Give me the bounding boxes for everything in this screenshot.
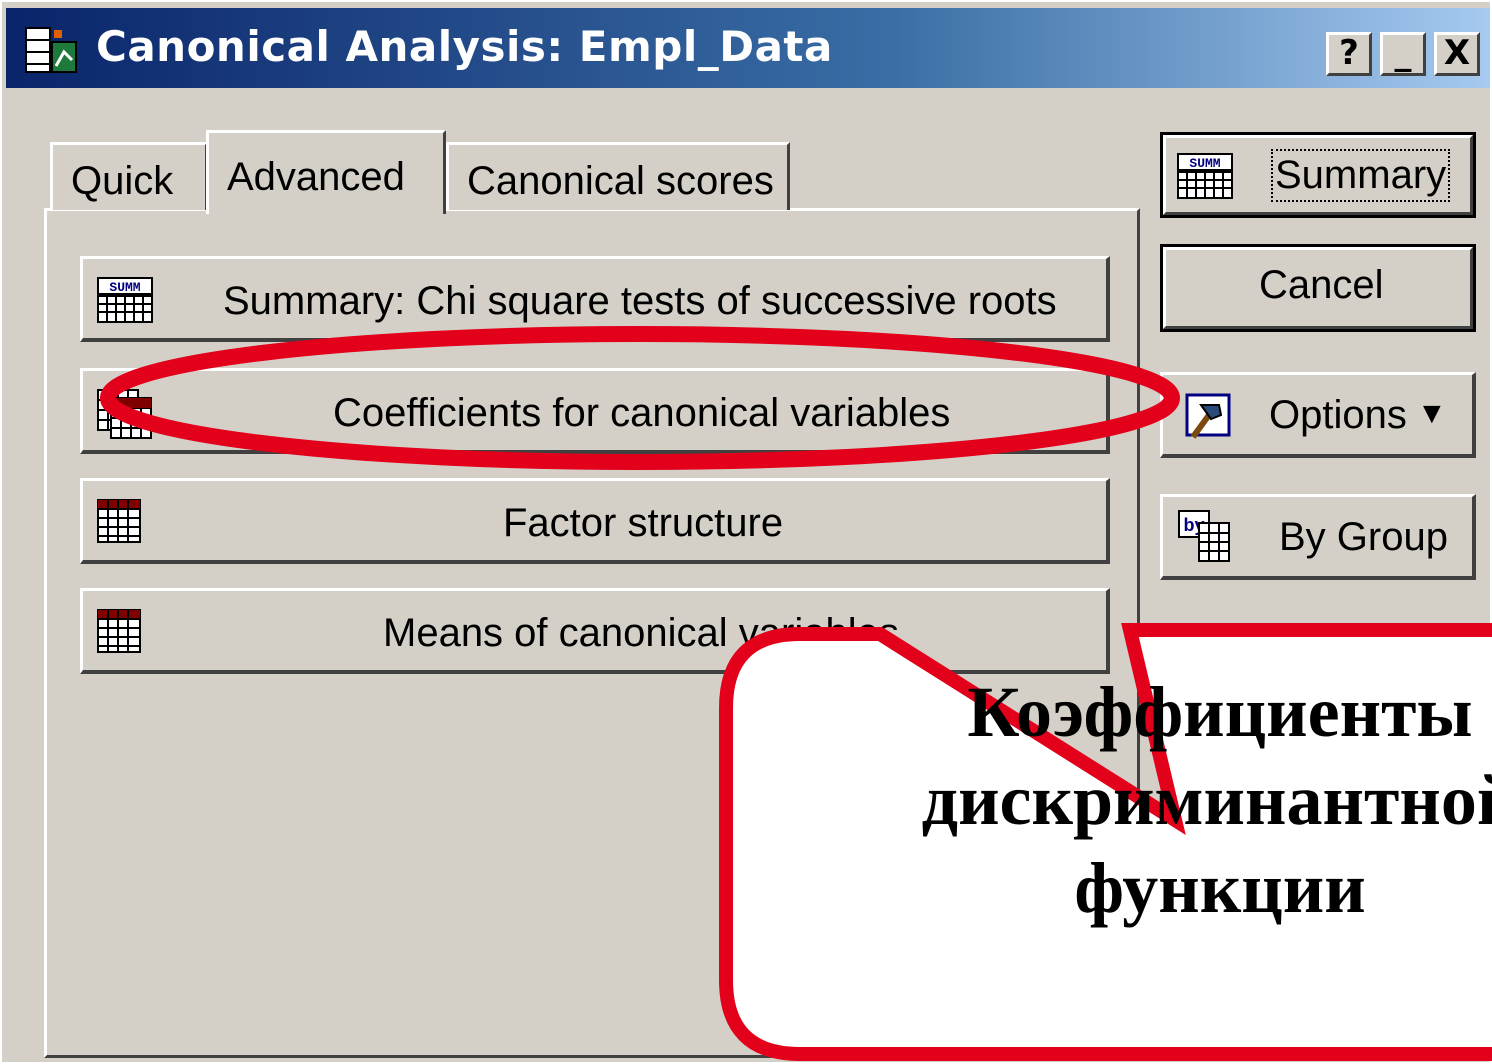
svg-text:SUMM: SUMM — [109, 280, 140, 295]
tab-quick[interactable]: Quick — [50, 142, 208, 210]
dropdown-arrow-icon: ▼ — [1417, 397, 1447, 430]
tab-advanced[interactable]: Advanced — [206, 130, 446, 214]
options-label: Options — [1269, 393, 1407, 437]
summary-grid-icon: SUMM — [1177, 153, 1233, 199]
close-button[interactable]: X — [1434, 32, 1480, 76]
title-bar[interactable]: Canonical Analysis: Empl_Data ? _ X — [6, 8, 1490, 88]
factor-structure-label: Factor structure — [503, 501, 784, 545]
dialog-window: Canonical Analysis: Empl_Data ? _ X Quic… — [0, 0, 1492, 1064]
spreadsheet-icon — [97, 499, 141, 543]
svg-text:SUMM: SUMM — [1189, 156, 1220, 171]
summary-label: Summary — [1270, 149, 1451, 202]
means-button[interactable]: Means of canonical variables — [80, 588, 1110, 674]
factor-structure-button[interactable]: Factor structure — [80, 478, 1110, 564]
statistica-app-icon — [25, 27, 77, 73]
options-button[interactable]: Options ▼ — [1160, 372, 1476, 458]
by-group-button[interactable]: by By Group — [1160, 494, 1476, 580]
means-label: Means of canonical variables — [383, 611, 899, 655]
by-group-icon: by — [1178, 510, 1230, 562]
spreadsheet-icon — [97, 389, 152, 439]
summary-grid-icon: SUMM — [97, 277, 153, 323]
hammer-icon — [1185, 393, 1231, 439]
cancel-label: Cancel — [1259, 263, 1384, 307]
help-button[interactable]: ? — [1326, 32, 1372, 76]
summary-button[interactable]: SUMM Summary — [1160, 132, 1476, 218]
cancel-button[interactable]: Cancel — [1160, 244, 1476, 332]
summary-chi-square-button[interactable]: SUMM Summary: Chi square tests of succes… — [80, 256, 1110, 342]
minimize-button[interactable]: _ — [1380, 32, 1426, 76]
coefficients-label: Coefficients for canonical variables — [333, 391, 951, 435]
by-group-label: By Group — [1279, 515, 1448, 559]
coefficients-button[interactable]: Coefficients for canonical variables — [80, 368, 1110, 454]
tab-canonical-scores[interactable]: Canonical scores — [446, 142, 790, 210]
spreadsheet-icon — [97, 609, 141, 653]
window-title: Canonical Analysis: Empl_Data — [96, 22, 833, 71]
summary-chi-square-label: Summary: Chi square tests of successive … — [223, 279, 1057, 323]
